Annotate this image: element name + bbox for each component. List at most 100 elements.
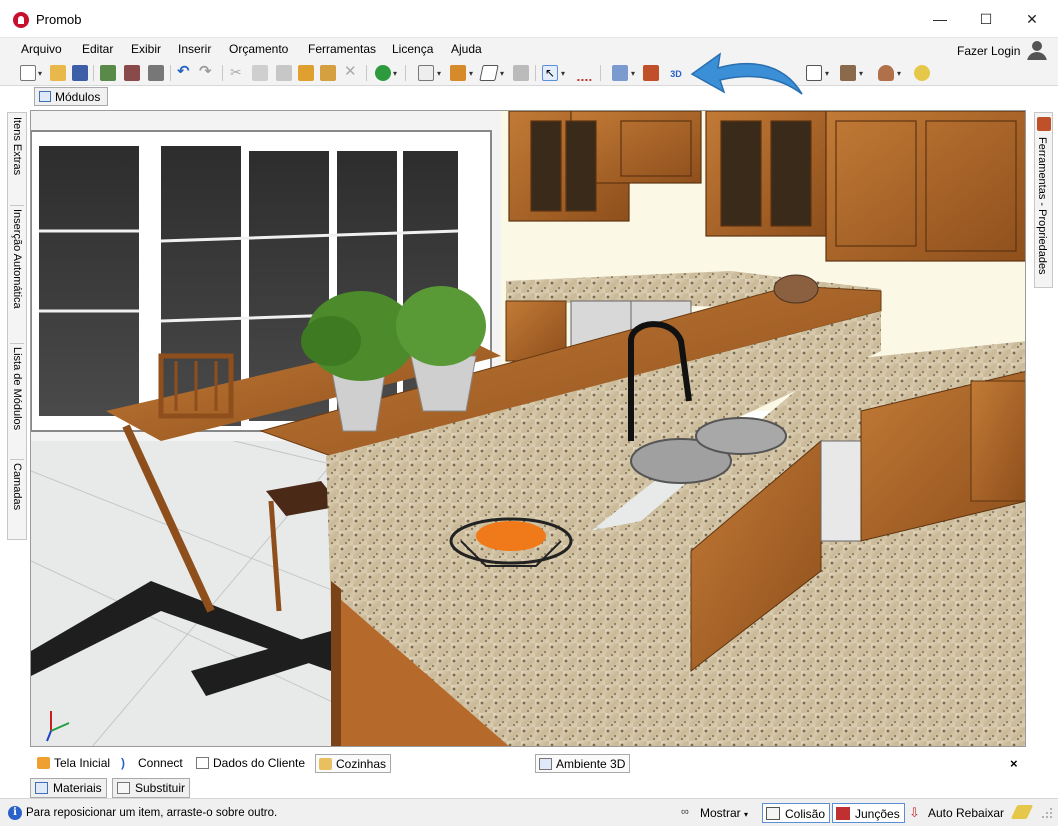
modules-dropdown-icon[interactable]: ▾ <box>437 69 441 78</box>
menu-exibir[interactable]: Exibir <box>131 42 161 56</box>
document-tabs: Tela Inicial ) Connect Dados do Cliente … <box>30 750 1030 776</box>
toolbar-separator <box>170 65 171 81</box>
tab-label: Inserção Automática <box>11 209 23 309</box>
tab-insercao-automatica[interactable]: Inserção Automática <box>8 209 26 341</box>
user-icon[interactable] <box>1026 40 1048 62</box>
menu-ajuda[interactable]: Ajuda <box>451 42 482 56</box>
viewport-3d[interactable] <box>30 110 1026 747</box>
window-title: Promob <box>36 12 82 27</box>
camera-dropdown-icon[interactable]: ▾ <box>825 69 829 78</box>
menu-licenca[interactable]: Licença <box>392 42 433 56</box>
dimension-icon[interactable] <box>643 65 659 81</box>
view-3d-icon[interactable]: 3D <box>668 65 684 81</box>
tools-icon <box>1037 117 1051 131</box>
replace-icon <box>117 782 130 794</box>
auto-lower-toggle[interactable]: ⇩ Auto Rebaixar <box>906 803 1008 823</box>
paint-icon[interactable] <box>298 65 314 81</box>
joints-toggle[interactable]: Junções <box>832 803 905 823</box>
minimize-button[interactable]: — <box>917 0 963 38</box>
tab-ferramentas-propriedades[interactable]: Ferramentas - Propriedades <box>1034 112 1053 288</box>
assembly-dropdown-icon[interactable]: ▾ <box>469 69 473 78</box>
tab-dados-do-cliente[interactable]: Dados do Cliente <box>193 754 309 773</box>
show-label: Mostrar <box>700 806 741 820</box>
copy-icon[interactable] <box>252 65 268 81</box>
box-dropdown-icon[interactable]: ▾ <box>859 69 863 78</box>
lamp-icon[interactable] <box>878 65 894 81</box>
layers-icon[interactable] <box>612 65 628 81</box>
tape-measure-icon[interactable] <box>1010 805 1034 819</box>
tab-label: Connect <box>138 756 183 770</box>
lamp-dropdown-icon[interactable]: ▾ <box>897 69 901 78</box>
tab-lista-de-modulos[interactable]: Lista de Módulos <box>8 347 26 457</box>
modules-panel-tab[interactable]: Módulos <box>34 87 108 106</box>
tab-ambiente-3d[interactable]: Ambiente 3D <box>535 754 631 773</box>
new-icon[interactable] <box>20 65 36 81</box>
info-icon: i <box>8 806 22 820</box>
tab-itens-extras[interactable]: Itens Extras <box>8 117 26 203</box>
menu-ferramentas[interactable]: Ferramentas <box>308 42 376 56</box>
modules-icon[interactable] <box>418 65 434 81</box>
auto-lower-icon: ⇩ <box>909 805 920 820</box>
cut-icon[interactable]: ✂ <box>230 65 246 81</box>
brush-icon[interactable] <box>320 65 336 81</box>
close-button[interactable]: ✕ <box>1009 0 1055 38</box>
show-dropdown[interactable]: ∞ Mostrar ▾ <box>678 803 752 823</box>
tab-substituir[interactable]: Substituir <box>112 778 191 798</box>
resize-grip-icon[interactable] <box>1040 806 1054 820</box>
redo-icon[interactable]: ↷ <box>199 64 215 81</box>
view-3d-icon <box>539 758 552 770</box>
chevron-down-icon: ▾ <box>744 810 749 819</box>
tab-connect[interactable]: ) Connect <box>118 754 187 773</box>
paste-icon[interactable] <box>276 65 292 81</box>
panel-icon[interactable] <box>513 65 529 81</box>
print-icon[interactable] <box>124 65 140 81</box>
tab-materiais[interactable]: Materiais <box>30 778 107 798</box>
tab-label: Ferramentas - Propriedades <box>1036 137 1048 275</box>
menu-orcamento[interactable]: Orçamento <box>229 42 288 56</box>
budget-icon[interactable] <box>375 65 391 81</box>
box-icon[interactable] <box>840 65 856 81</box>
assembly-icon[interactable] <box>450 65 466 81</box>
select-dropdown-icon[interactable]: ▾ <box>561 69 565 78</box>
modules-tab-label: Módulos <box>55 90 101 104</box>
collision-toggle[interactable]: Colisão <box>762 803 831 823</box>
open-icon[interactable] <box>50 65 66 81</box>
budget-dropdown-icon[interactable]: ▾ <box>393 69 397 78</box>
layers-dropdown-icon[interactable]: ▾ <box>631 69 635 78</box>
tab-label: Itens Extras <box>11 117 23 176</box>
undo-icon[interactable]: ↶ <box>177 64 193 81</box>
tab-tela-inicial[interactable]: Tela Inicial <box>34 754 114 773</box>
save-icon[interactable] <box>72 65 88 81</box>
toolbar-separator <box>600 65 601 81</box>
kitchen-render <box>31 111 1025 746</box>
glasses-icon: ∞ <box>681 806 689 818</box>
modules-icon <box>39 91 51 102</box>
menu-arquivo[interactable]: Arquivo <box>21 42 62 56</box>
delete-icon[interactable]: ✕ <box>344 64 360 81</box>
status-bar: i Para reposicionar um item, arraste-o s… <box>0 798 1058 826</box>
light-icon[interactable] <box>914 65 930 81</box>
new-dropdown-icon[interactable]: ▾ <box>38 69 42 78</box>
tab-label: Camadas <box>11 463 23 511</box>
select-icon[interactable]: ↖ <box>542 65 558 81</box>
measure-icon[interactable] <box>576 65 592 81</box>
close-tab-button[interactable]: × <box>1010 756 1018 771</box>
shape-icon[interactable] <box>479 65 499 81</box>
menu-editar[interactable]: Editar <box>82 42 113 56</box>
joints-icon <box>836 807 850 820</box>
print-setup-icon[interactable] <box>148 65 164 81</box>
tab-camadas[interactable]: Camadas <box>8 463 26 535</box>
menu-inserir[interactable]: Inserir <box>178 42 211 56</box>
title-bar: Promob — ☐ ✕ <box>0 0 1058 38</box>
print-preview-icon[interactable] <box>100 65 116 81</box>
login-link[interactable]: Fazer Login <box>957 44 1020 58</box>
tab-cozinhas[interactable]: Cozinhas <box>315 754 392 773</box>
tab-label: Lista de Módulos <box>11 347 23 431</box>
maximize-button[interactable]: ☐ <box>963 0 1009 38</box>
shape-dropdown-icon[interactable]: ▾ <box>500 69 504 78</box>
tab-label: Cozinhas <box>336 757 387 771</box>
toolbar-separator <box>405 65 406 81</box>
tab-divider <box>10 343 24 344</box>
collision-icon <box>766 807 780 820</box>
collision-label: Colisão <box>785 807 826 821</box>
